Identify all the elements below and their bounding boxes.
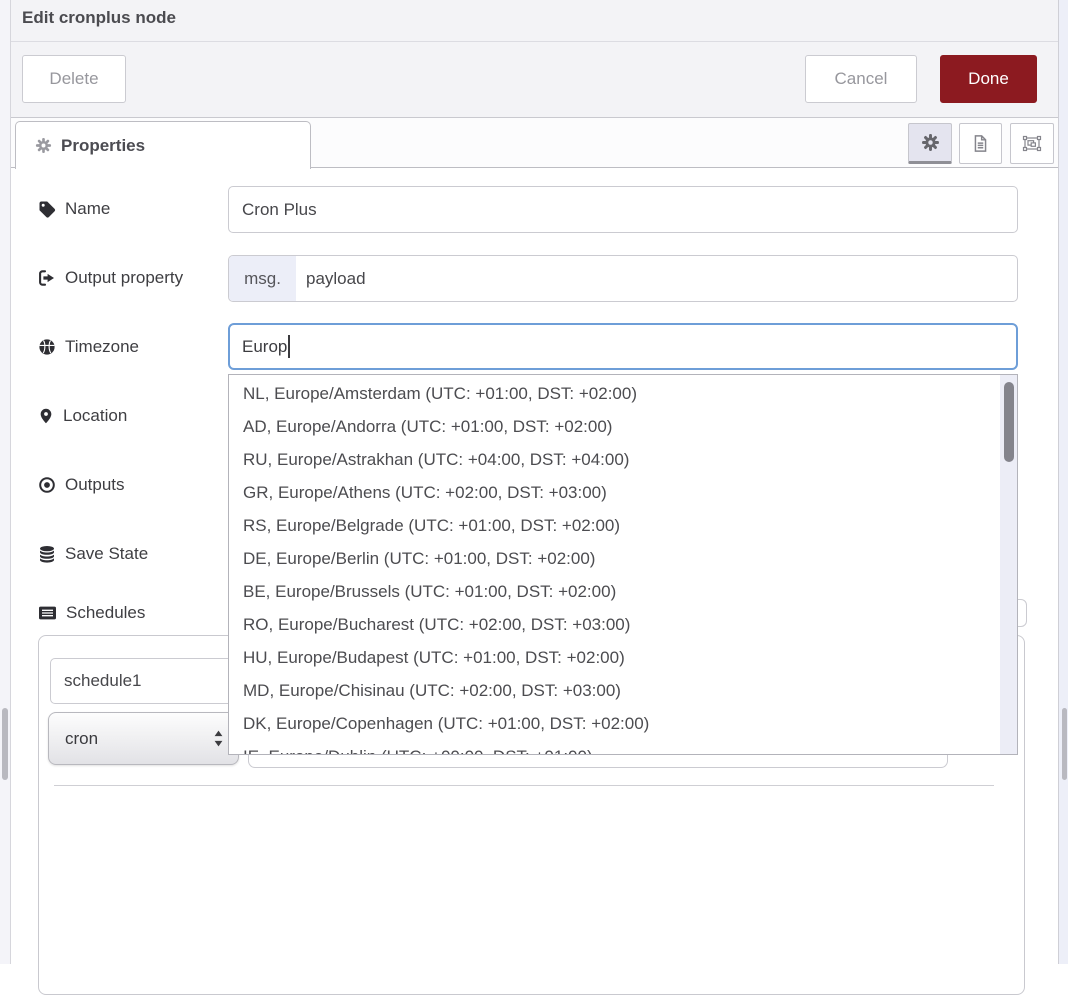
schedule-type-value: cron (65, 729, 98, 749)
timezone-option[interactable]: AD, Europe/Andorra (UTC: +01:00, DST: +0… (229, 410, 1017, 443)
dialog-header: Edit cronplus node (11, 0, 1058, 42)
tab-properties-label: Properties (61, 136, 145, 156)
output-property-label: Output property (38, 265, 183, 291)
timezone-option[interactable]: DK, Europe/Copenhagen (UTC: +01:00, DST:… (229, 707, 1017, 740)
timezone-option[interactable]: GR, Europe/Athens (UTC: +02:00, DST: +03… (229, 476, 1017, 509)
globe-icon (38, 338, 56, 356)
gear-icon (921, 133, 940, 152)
timezone-input[interactable]: Europ (228, 323, 1018, 370)
document-icon (971, 134, 990, 153)
right-edge-strip (1058, 0, 1068, 964)
name-label: Name (38, 196, 110, 222)
dot-circle-icon (38, 476, 56, 494)
schedule-type-select[interactable]: cron (48, 712, 239, 765)
timezone-dropdown: NL, Europe/Amsterdam (UTC: +01:00, DST: … (228, 374, 1018, 755)
node-settings-button[interactable] (908, 123, 952, 164)
node-description-button[interactable] (959, 123, 1002, 164)
timezone-option[interactable]: DE, Europe/Berlin (UTC: +01:00, DST: +02… (229, 542, 1017, 575)
output-property-input[interactable]: msg. payload (228, 255, 1018, 302)
tag-icon (38, 200, 56, 218)
dialog-toolbar: Delete Cancel Done (11, 42, 1058, 118)
list-icon (38, 604, 57, 622)
gear-icon (35, 137, 52, 154)
tab-properties[interactable]: Properties (15, 121, 311, 169)
name-input[interactable] (228, 186, 1018, 233)
left-edge-strip (0, 0, 11, 964)
database-icon (38, 545, 56, 563)
timezone-input-value: Europ (242, 337, 287, 357)
delete-button[interactable]: Delete (22, 55, 126, 103)
schedules-label: Schedules (38, 600, 145, 626)
timezone-option[interactable]: MD, Europe/Chisinau (UTC: +02:00, DST: +… (229, 674, 1017, 707)
timezone-option[interactable]: RU, Europe/Astrakhan (UTC: +04:00, DST: … (229, 443, 1017, 476)
timezone-option[interactable]: RS, Europe/Belgrade (UTC: +01:00, DST: +… (229, 509, 1017, 542)
msg-prefix: msg. (229, 256, 296, 301)
outputs-label: Outputs (38, 472, 125, 498)
sign-out-icon (38, 269, 56, 287)
save-state-label: Save State (38, 541, 148, 567)
dialog-title: Edit cronplus node (22, 8, 176, 28)
timezone-option[interactable]: HU, Europe/Budapest (UTC: +01:00, DST: +… (229, 641, 1017, 674)
timezone-option[interactable]: BE, Europe/Brussels (UTC: +01:00, DST: +… (229, 575, 1017, 608)
cancel-button[interactable]: Cancel (805, 55, 917, 103)
output-property-value[interactable]: payload (296, 256, 366, 301)
location-label: Location (38, 403, 127, 429)
timezone-label: Timezone (38, 334, 139, 360)
dropdown-scrollbar[interactable] (1000, 375, 1017, 754)
appearance-icon (1022, 134, 1042, 153)
up-down-arrows-icon (212, 729, 225, 748)
timezone-option[interactable]: RO, Europe/Bucharest (UTC: +02:00, DST: … (229, 608, 1017, 641)
right-scrollbar-thumb[interactable] (1062, 708, 1067, 780)
map-marker-icon (38, 407, 54, 425)
timezone-option[interactable]: NL, Europe/Amsterdam (UTC: +01:00, DST: … (229, 377, 1017, 410)
node-appearance-button[interactable] (1010, 123, 1054, 164)
text-caret (288, 335, 290, 358)
timezone-option[interactable]: IE, Europe/Dublin (UTC: +00:00, DST: +01… (229, 740, 1017, 755)
left-scrollbar-thumb[interactable] (2, 708, 8, 780)
done-button[interactable]: Done (940, 55, 1037, 103)
schedule-divider (54, 785, 994, 786)
dropdown-scrollbar-thumb[interactable] (1004, 382, 1014, 462)
